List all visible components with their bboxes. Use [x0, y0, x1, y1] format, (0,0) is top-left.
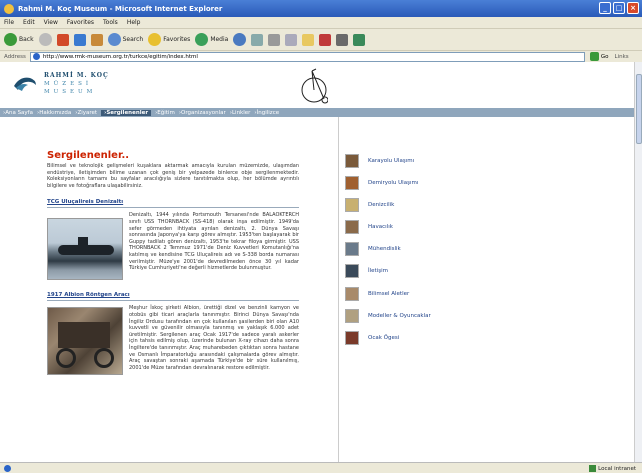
exhibit-item: Meşhur İskoç şirketi Albion, ürettiği di…: [47, 305, 299, 377]
nav-english[interactable]: ›İngilizce: [254, 110, 279, 116]
truck-wheel: [94, 348, 114, 369]
nav-education[interactable]: ›Eğitim: [155, 110, 175, 116]
edit-icon[interactable]: [285, 33, 298, 46]
nav-home[interactable]: ›Ana Sayfa: [3, 110, 33, 116]
status-bar: Local intranet: [0, 462, 642, 473]
menu-edit[interactable]: Edit: [23, 19, 35, 26]
intranet-icon: [589, 465, 597, 472]
media-icon: [195, 33, 209, 46]
main-content: Sergilenenler.. Bilimsel ve teknolojik g…: [47, 150, 299, 377]
minimize-button[interactable]: _: [599, 2, 611, 14]
menu-help[interactable]: Help: [127, 19, 141, 26]
sidebar-item-communication[interactable]: İletişim: [345, 263, 465, 280]
site-header: RAHMİ M. KOÇ MÜZESİ MUSEUM: [0, 62, 634, 108]
vertical-scrollbar[interactable]: [634, 62, 642, 462]
research-icon[interactable]: [336, 33, 349, 46]
nav-about[interactable]: ›Hakkımızda: [37, 110, 71, 116]
links-button[interactable]: Links: [615, 54, 629, 60]
albion-truck-photo[interactable]: [47, 307, 123, 376]
intro-paragraph: Bilimsel ve teknolojik gelişmeleri kuşak…: [47, 163, 299, 189]
mail-icon[interactable]: [251, 33, 264, 46]
phonograph-thumbnail-icon: [345, 264, 359, 279]
category-sidebar: Karayolu Ulaşımı Demiryolu Ulaşımı Deniz…: [345, 152, 465, 352]
instrument-thumbnail-icon: [345, 286, 359, 301]
close-button[interactable]: ×: [627, 2, 639, 14]
print-icon[interactable]: [268, 33, 281, 46]
object-thumbnail-icon: [345, 331, 359, 345]
browser-toolbar: Back Search Favorites Media: [0, 28, 642, 50]
search-button[interactable]: Search: [107, 33, 143, 46]
nav-exhibits[interactable]: ›Sergilenenler: [101, 109, 152, 116]
go-arrow-icon: [589, 52, 599, 61]
page-viewport: RAHMİ M. KOÇ MÜZESİ MUSEUM ›Ana Sayfa ›H…: [0, 62, 634, 462]
done-icon: [4, 464, 11, 472]
sidebar-item-maritime[interactable]: Denizcilik: [345, 196, 465, 213]
submarine-photo[interactable]: [47, 218, 123, 281]
sidebar-item-aviation[interactable]: Havacılık: [345, 219, 465, 236]
forward-arrow-icon[interactable]: [38, 33, 52, 46]
back-button[interactable]: Back: [4, 33, 34, 46]
museum-logo-icon[interactable]: [12, 74, 38, 96]
ie-logo-icon: [4, 3, 14, 14]
search-icon: [107, 33, 121, 46]
folder-icon[interactable]: [302, 33, 315, 46]
sidebar-item-engineering[interactable]: Mühendislik: [345, 241, 465, 258]
sidebar-item-rail-transport[interactable]: Demiryolu Ulaşımı: [345, 174, 465, 191]
sidebar-item-road-transport[interactable]: Karayolu Ulaşımı: [345, 152, 465, 169]
menu-tools[interactable]: Tools: [103, 19, 118, 26]
address-bar: Address http://www.rmk-museum.org.tr/tur…: [0, 50, 642, 62]
window-title: Rahmi M. Koç Museum - Microsoft Internet…: [18, 4, 223, 13]
exhibit-title-link[interactable]: 1917 Albion Röntgen Aracı: [47, 292, 299, 298]
column-divider: [338, 117, 339, 462]
truck-wheel: [56, 348, 76, 369]
ship-thumbnail-icon: [345, 197, 359, 212]
home-icon[interactable]: [90, 33, 103, 46]
star-icon: [148, 33, 162, 46]
museum-logo-text: RAHMİ M. KOÇ MÜZESİ MUSEUM: [44, 72, 109, 95]
truck-body: [58, 322, 110, 349]
history-icon[interactable]: [233, 33, 247, 46]
car-thumbnail-icon: [345, 153, 359, 168]
section-rule: [47, 207, 299, 209]
refresh-icon[interactable]: [73, 33, 86, 46]
site-nav: ›Ana Sayfa ›Hakkımızda ›Ziyaret ›Sergile…: [0, 108, 634, 117]
locomotive-thumbnail-icon: [345, 175, 359, 190]
media-button[interactable]: Media: [195, 33, 228, 46]
page-icon: [32, 53, 40, 60]
exhibit-item: Denizaltı, 1944 yılında Portsmouth Tersa…: [47, 212, 299, 282]
menu-view[interactable]: View: [44, 19, 58, 26]
window-titlebar: Rahmi M. Koç Museum - Microsoft Internet…: [0, 0, 642, 17]
penny-farthing-icon: [301, 68, 328, 104]
aircraft-thumbnail-icon: [345, 220, 359, 235]
address-input[interactable]: http://www.rmk-museum.org.tr/turkce/egit…: [29, 51, 585, 62]
maximize-button[interactable]: □: [613, 2, 625, 14]
menu-favorites[interactable]: Favorites: [67, 19, 94, 26]
section-rule: [47, 300, 299, 302]
exhibit-title-link[interactable]: TCG Uluçalireis Denizaltı: [47, 199, 299, 205]
sidebar-item-misc[interactable]: Ocak Ögesi: [345, 330, 465, 347]
page-title: Sergilenenler..: [47, 150, 130, 161]
scrollbar-thumb[interactable]: [636, 74, 642, 144]
nav-links[interactable]: ›Linkler: [230, 110, 251, 116]
sidebar-item-scientific-instruments[interactable]: Bilimsel Aletler: [345, 285, 465, 302]
menu-bar: File Edit View Favorites Tools Help: [0, 17, 642, 28]
discuss-icon[interactable]: [353, 33, 366, 46]
stop-icon[interactable]: [56, 33, 69, 46]
menu-file[interactable]: File: [4, 19, 14, 26]
engine-thumbnail-icon: [345, 242, 359, 257]
nav-organizations[interactable]: ›Organizasyonlar: [179, 110, 226, 116]
toy-thumbnail-icon: [345, 308, 359, 323]
sidebar-item-models-toys[interactable]: Modeller & Oyuncaklar: [345, 307, 465, 324]
messenger-icon[interactable]: [319, 33, 332, 46]
security-zone: Local intranet: [589, 465, 636, 472]
submarine-tower: [78, 237, 88, 248]
nav-visit[interactable]: ›Ziyaret: [75, 110, 97, 116]
back-arrow-icon: [4, 33, 17, 46]
address-label: Address: [4, 53, 26, 60]
go-button[interactable]: Go: [589, 52, 609, 61]
favorites-button[interactable]: Favorites: [148, 33, 190, 46]
